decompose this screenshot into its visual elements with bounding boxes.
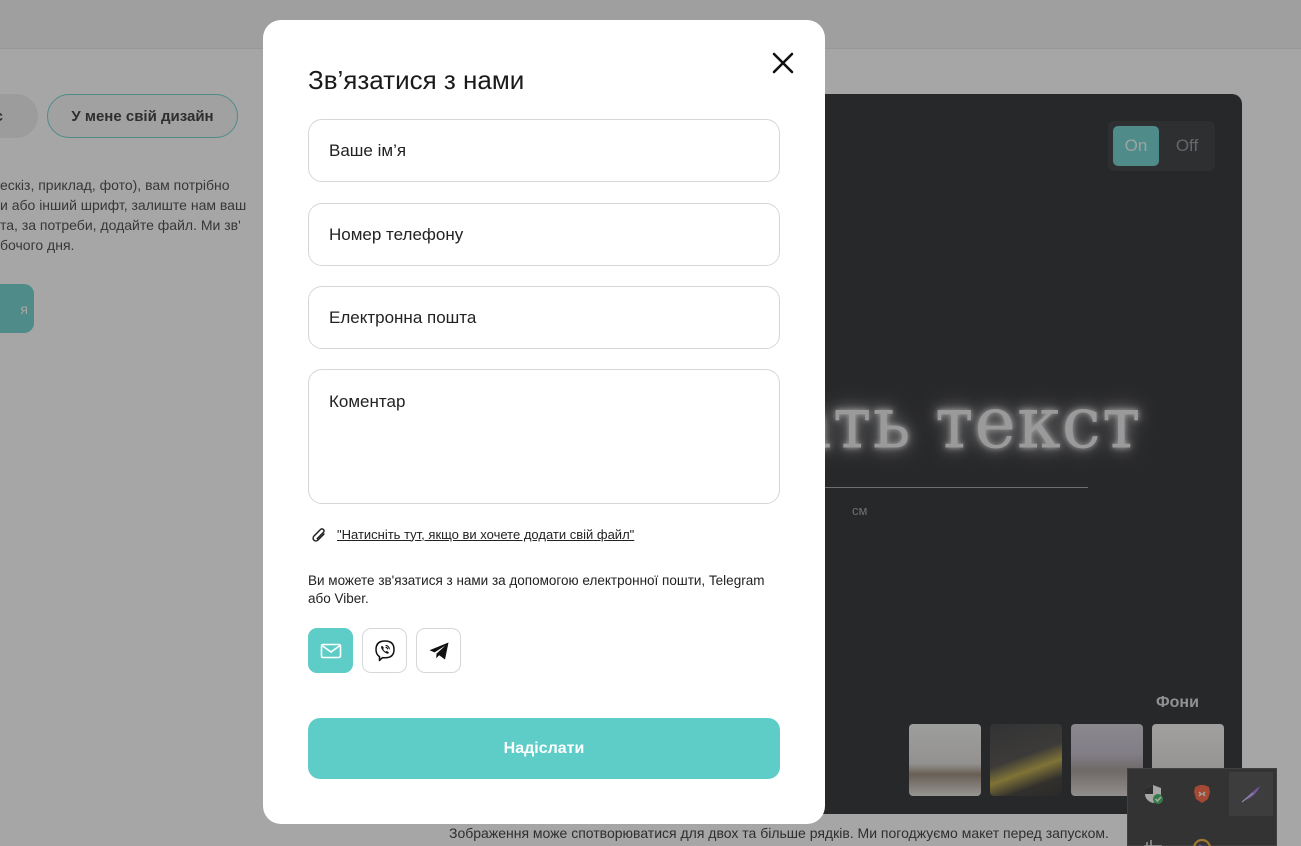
name-input[interactable] [308, 119, 780, 182]
viber-icon [374, 639, 395, 661]
close-button[interactable] [768, 48, 798, 78]
attach-file-row[interactable]: "Натисніть тут, якщо ви хочете додати св… [308, 524, 634, 544]
mail-icon [320, 643, 341, 658]
comment-textarea[interactable] [308, 369, 780, 504]
submit-button[interactable]: Надіслати [308, 718, 780, 779]
close-icon [772, 52, 794, 74]
paperclip-icon [312, 528, 325, 542]
contact-method-email[interactable] [308, 628, 353, 673]
modal-title: Зв’язатися з нами [308, 65, 525, 95]
contact-modal: Зв’язатися з нами "Натисніть тут, якщо в… [263, 20, 825, 824]
telegram-icon [429, 642, 448, 659]
contact-method-viber[interactable] [362, 628, 407, 673]
contact-methods-note: Ви можете зв'язатися з нами за допомогою… [308, 573, 765, 606]
email-input[interactable] [308, 286, 780, 349]
phone-input[interactable] [308, 203, 780, 266]
contact-method-telegram[interactable] [416, 628, 461, 673]
attach-file-link[interactable]: "Натисніть тут, якщо ви хочете додати св… [337, 527, 634, 542]
